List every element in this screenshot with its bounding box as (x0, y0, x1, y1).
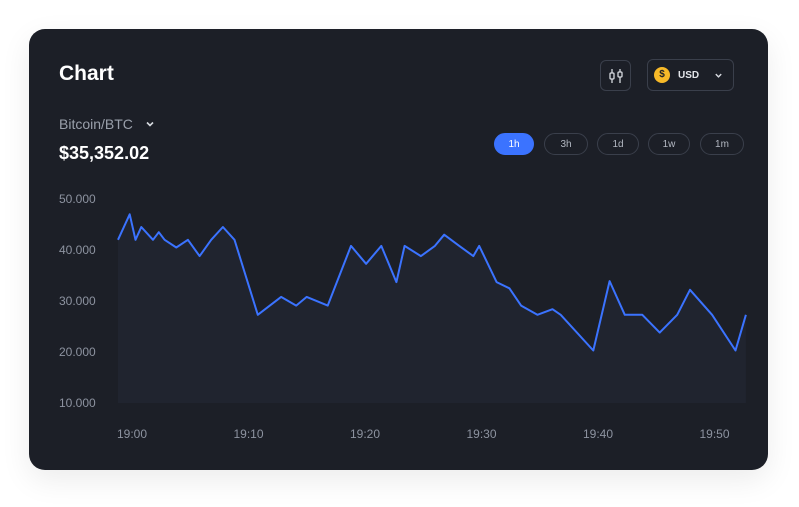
x-tick-label: 19:10 (233, 427, 263, 441)
y-tick-label: 30.000 (59, 294, 96, 308)
x-tick-label: 19:00 (117, 427, 147, 441)
x-tick-label: 19:40 (583, 427, 613, 441)
y-tick-label: 10.000 (59, 396, 96, 410)
x-tick-label: 19:30 (466, 427, 496, 441)
price-chart: 50.000 40.000 30.000 20.000 10.000 19:00 19:1… (59, 192, 747, 441)
x-tick-label: 19:20 (350, 427, 380, 441)
x-axis: 19:00 19:10 19:20 19:30 19:40 19:50 (117, 427, 730, 441)
y-tick-label: 50.000 (59, 192, 96, 206)
y-tick-label: 20.000 (59, 345, 96, 359)
price-area (118, 214, 746, 403)
y-tick-label: 40.000 (59, 243, 96, 257)
y-axis: 50.000 40.000 30.000 20.000 10.000 (59, 192, 96, 410)
x-tick-label: 19:50 (699, 427, 729, 441)
chart-card: Chart $ USD Bitcoin/BTC $35,352.02 1h 3h… (29, 29, 768, 470)
